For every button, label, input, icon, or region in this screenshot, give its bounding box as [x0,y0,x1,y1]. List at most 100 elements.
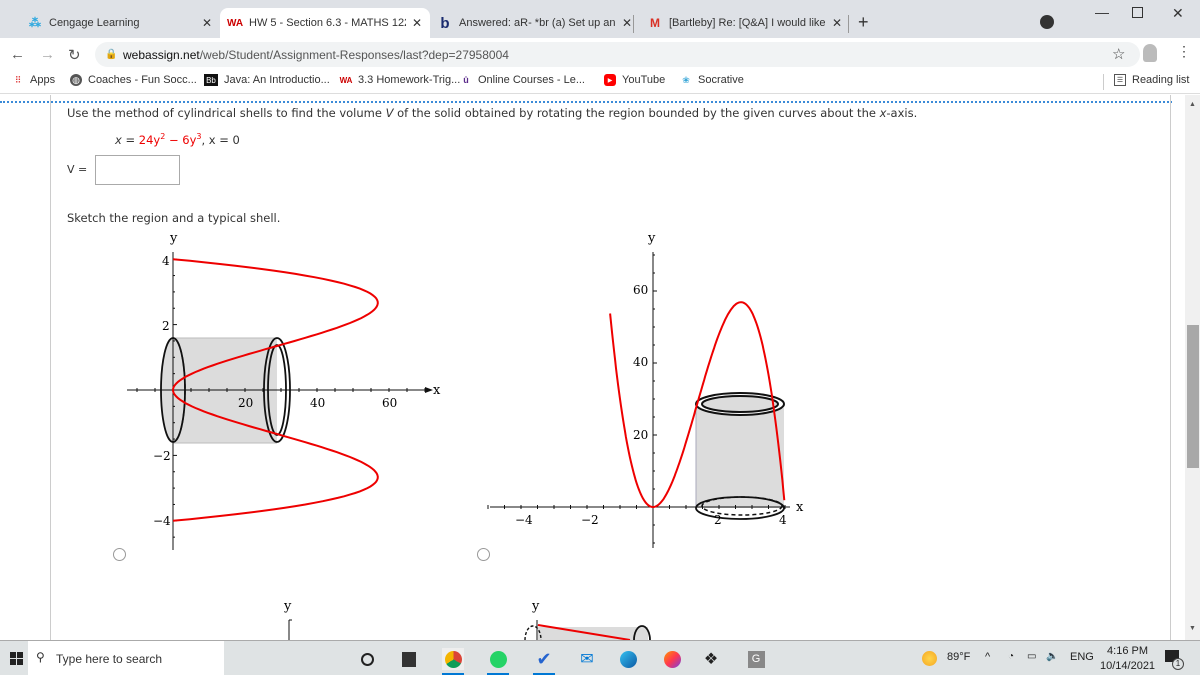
tab-separator [848,15,849,33]
scroll-up-arrow[interactable]: ▲ [1189,101,1196,108]
bookmark-coaches[interactable]: ◍ Coaches - Fun Socc... [70,74,197,86]
tab-webassign[interactable]: WA HW 5 - Section 6.3 - MATHS 122 ✕ [220,8,430,38]
tab-gmail[interactable]: M [Bartleby] Re: [Q&A] I would like ✕ [640,8,850,38]
y-tick-label: 2 [162,319,170,333]
clock[interactable]: 4:16 PM 10/14/2021 [1100,644,1155,674]
back-button[interactable]: ← [10,46,25,63]
notification-count: 1 [1172,658,1184,670]
x-axis-label: x [433,383,441,398]
whatsapp-icon[interactable] [487,648,509,670]
tab-bartleby[interactable]: b Answered: aR- *br (a) Set up an i ✕ [430,8,640,38]
close-tab-icon[interactable]: ✕ [832,16,842,30]
x-tick-label: 2 [714,513,722,527]
page-content: Use the method of cylindrical shells to … [0,95,1185,640]
scroll-down-arrow[interactable]: ▼ [1189,625,1196,632]
gmail-icon: M [650,16,660,30]
y-tick-label: 4 [162,254,170,268]
battery-icon[interactable]: ▭ [1027,651,1036,662]
youtube-icon: ▶ [604,74,616,86]
cortana-icon[interactable] [356,648,378,670]
profile-menu-icon[interactable] [1040,15,1054,29]
maximize-button[interactable] [1132,7,1143,18]
browser-menu-icon[interactable]: ⋮ [1177,43,1191,60]
y-tick-label: −2 [153,449,171,463]
y-axis-label: y [531,599,540,614]
volume-icon[interactable]: 🔈 [1046,651,1058,662]
shell-top-inner [701,395,779,413]
shell-body [696,408,784,508]
scrollbar-thumb[interactable] [1187,325,1199,468]
edge-icon[interactable] [617,648,639,670]
graph-option-1: y x 20 40 60 4 2 −2 −4 [127,231,441,550]
firefox-icon[interactable] [661,648,683,670]
new-tab-button[interactable]: + [858,12,869,33]
x-axis-arrow [425,387,433,393]
y-axis-label: y [647,231,656,246]
y-tick-label: 20 [633,428,648,442]
minimize-button[interactable]: — [1095,4,1109,20]
windows-taskbar: ⚲ Type here to search ✔ ✉ ❖ G 89°F ^ ◔ ▭… [0,640,1200,676]
x-tick-label: −2 [581,513,599,527]
x-tick-label: 40 [310,396,325,410]
tab-separator [633,15,634,33]
blackboard-icon: Bb [204,74,218,86]
volume-input[interactable] [95,155,180,185]
bookmark-socrative[interactable]: ❀ Socrative [680,74,744,86]
weather-sun-icon[interactable] [922,651,937,666]
tab-bar: ⁂ Cengage Learning ✕ WA HW 5 - Section 6… [0,0,1200,38]
webassign-icon: WA [226,17,244,29]
reading-list-button[interactable]: ☰ Reading list [1114,74,1189,86]
mail-icon[interactable]: ✉ [576,648,598,670]
address-bar-row: ← → ↻ 🔒 webassign.net/web/Student/Assign… [0,38,1200,70]
bookmark-homework[interactable]: WA 3.3 Homework-Trig... [339,74,461,86]
close-tab-icon[interactable]: ✕ [202,16,212,30]
google-icon[interactable]: G [745,648,767,670]
clock-date: 10/14/2021 [1100,660,1156,672]
bookmark-youtube[interactable]: ▶ YouTube [604,74,665,86]
udemy-icon: û [463,75,469,85]
bartleby-icon: b [440,14,450,32]
option-1-radio[interactable] [113,548,126,561]
clock-time: 4:16 PM [1107,645,1149,657]
socrative-icon: ❀ [682,74,690,85]
x-tick-label: −4 [515,513,533,527]
reload-button[interactable]: ↻ [68,46,81,64]
cengage-icon: ⁂ [29,16,41,30]
weather-temp[interactable]: 89°F [947,651,970,663]
todo-icon[interactable]: ✔ [533,648,555,670]
graph-option-3-partial: y y [283,599,651,640]
forward-button[interactable]: → [40,46,55,63]
chrome-icon[interactable] [442,648,464,670]
close-tab-icon[interactable]: ✕ [412,16,422,30]
x-axis-label: x [796,500,804,515]
y-axis-label: y [169,231,178,246]
globe-icon: ◍ [70,74,82,86]
url-bar[interactable]: 🔒 webassign.net/web/Student/Assignment-R… [95,42,1140,67]
language-indicator[interactable]: ENG [1070,651,1094,663]
close-tab-icon[interactable]: ✕ [622,16,632,30]
x-tick-label: 60 [382,396,397,410]
sketch-prompt: Sketch the region and a typical shell. [67,211,281,225]
webassign-icon: WA [339,75,353,85]
option-2-radio[interactable] [477,548,490,561]
search-icon: ⚲ [36,650,45,664]
bookmark-star-icon[interactable]: ☆ [1112,45,1125,63]
y-tick-label: −4 [153,514,171,528]
close-window-button[interactable]: ✕ [1172,5,1184,22]
microsoft-store-icon[interactable] [398,648,420,670]
network-icon[interactable]: ◔ [1008,651,1014,662]
profile-avatar[interactable] [1143,44,1157,62]
bookmark-online-courses[interactable]: û Online Courses - Le... [460,74,585,86]
dropbox-icon[interactable]: ❖ [700,648,722,670]
volume-label: V = [67,163,88,176]
graph-option-2: y x −4 −2 2 4 60 40 20 [487,231,804,548]
taskbar-search[interactable]: ⚲ Type here to search [28,641,224,676]
apps-grid-icon: ⠿ [14,74,22,85]
windows-start-icon[interactable] [10,652,23,665]
bookmark-apps[interactable]: ⠿ Apps [12,74,55,86]
tab-cengage[interactable]: ⁂ Cengage Learning ✕ [20,8,220,38]
bookmark-java[interactable]: Bb Java: An Introductio... [204,74,330,86]
question-text: Use the method of cylindrical shells to … [67,106,918,120]
x-tick-label: 4 [779,513,787,527]
tray-overflow-icon[interactable]: ^ [985,651,990,663]
